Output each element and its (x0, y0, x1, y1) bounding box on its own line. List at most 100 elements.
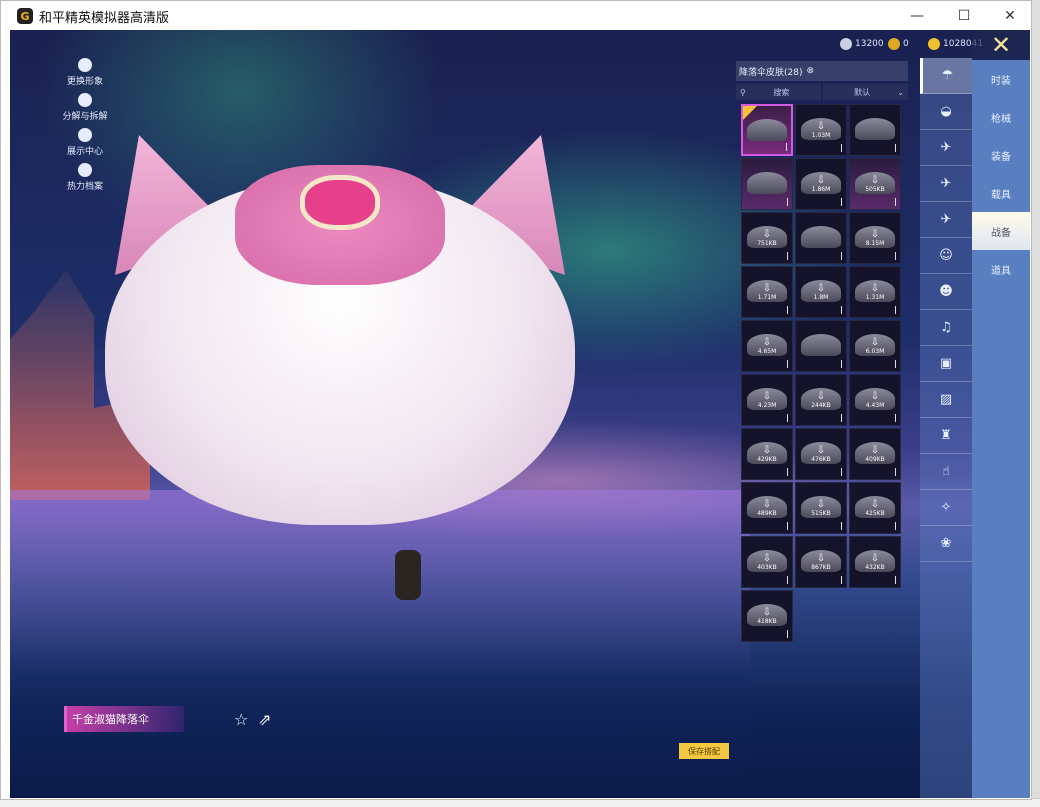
file-size: 489KB (757, 509, 777, 517)
skin-item[interactable]: ⇩ 4.23M (741, 374, 793, 426)
parachute-thumbnail (747, 119, 787, 141)
skin-item[interactable] (795, 320, 847, 372)
skin-item[interactable]: ⇩ 751KB (741, 212, 793, 264)
left-menu-label: 分解与拆解 (62, 112, 108, 122)
skin-item[interactable]: ⇩ 8.15M (849, 212, 901, 264)
skin-item[interactable]: ⇩ 403KB (741, 536, 793, 588)
left-menu-item[interactable]: 更换形象 (55, 58, 115, 87)
photo-icon[interactable]: ▨ (920, 382, 972, 418)
item-count-bar (841, 360, 842, 368)
file-size: 4.43M (865, 401, 885, 409)
tab-3[interactable]: 载具 (972, 174, 1030, 212)
pet-icon[interactable]: ❀ (920, 526, 972, 562)
skin-item[interactable] (849, 104, 901, 156)
tab-1[interactable]: 枪械 (972, 98, 1030, 136)
eye-icon (78, 128, 92, 142)
backpack-icon[interactable]: ◒ (920, 94, 972, 130)
search-placeholder: 搜索 (773, 87, 790, 97)
tab-2[interactable]: 装备 (972, 136, 1030, 174)
skin-item[interactable]: ⇩ 429KB (741, 428, 793, 480)
equipped-badge (743, 106, 757, 120)
item-count-bar (786, 143, 787, 151)
gold-medal-icon (888, 38, 900, 50)
save-outfit-button[interactable]: 保存搭配 (679, 743, 729, 759)
robot-icon[interactable]: ☻ (920, 274, 972, 310)
item-count-bar (841, 198, 842, 206)
skin-item[interactable] (741, 104, 793, 156)
skin-item[interactable]: ⇩ 515KB (795, 482, 847, 534)
download-icon: ⇩ (762, 390, 772, 402)
parachute-thumbnail (747, 172, 787, 194)
flame-icon (78, 163, 92, 177)
heart-gem (300, 175, 380, 230)
skin-item[interactable]: ⇩ 6.03M (849, 320, 901, 372)
item-count-bar (787, 414, 788, 422)
spray-icon[interactable]: ♜ (920, 418, 972, 454)
file-size: 6.03M (865, 347, 885, 355)
skin-item[interactable]: ⇩ 867KB (795, 536, 847, 588)
skin-item[interactable]: ⇩ 432KB (849, 536, 901, 588)
search-input[interactable]: ⚲ 搜索 (736, 84, 821, 100)
skin-item[interactable]: ⇩ 418KB (741, 590, 793, 642)
skin-item[interactable]: ⇩ 476KB (795, 428, 847, 480)
skin-item[interactable]: ⇩ 409KB (849, 428, 901, 480)
share-icon[interactable]: ⇗ (258, 710, 271, 729)
gesture-icon[interactable]: ☝ (920, 454, 972, 490)
file-size: 4.65M (757, 347, 777, 355)
left-menu-item[interactable]: 分解与拆解 (55, 93, 115, 122)
item-count-bar (841, 252, 842, 260)
item-count-bar (895, 576, 896, 584)
skin-item[interactable]: ⇩ 4.43M (849, 374, 901, 426)
card-icon[interactable]: ▣ (920, 346, 972, 382)
skin-item[interactable]: ⇩ 425KB (849, 482, 901, 534)
helmet-icon[interactable]: ✈ (920, 130, 972, 166)
file-size: 409KB (865, 455, 885, 463)
file-size: 476KB (811, 455, 831, 463)
item-count-bar (895, 468, 896, 476)
vehicle-icon[interactable]: ✈ (920, 166, 972, 202)
magic-icon[interactable]: ✧ (920, 490, 972, 526)
item-count-bar (895, 252, 896, 260)
search-icon: ⚲ (740, 87, 746, 97)
left-menu-item[interactable]: 热力档案 (55, 163, 115, 192)
favorite-star-icon[interactable]: ☆ (234, 710, 248, 729)
panel-header: 降落伞皮肤(28) ⊗ (736, 61, 908, 81)
sort-dropdown[interactable]: 默认 ⌄ (823, 84, 908, 100)
tab-4[interactable]: 战备 (972, 212, 1030, 250)
skin-item[interactable] (795, 212, 847, 264)
parachute-icon[interactable]: ☂ (920, 58, 972, 94)
close-window-button[interactable]: ✕ (987, 1, 1033, 31)
parachute-preview[interactable] (105, 135, 575, 525)
file-size: 515KB (811, 509, 831, 517)
refresh-icon[interactable]: ⊗ (806, 66, 814, 76)
left-menu-item[interactable]: 展示中心 (55, 128, 115, 157)
skin-item[interactable] (741, 158, 793, 210)
skin-item[interactable]: ⇩ 1.86M (795, 158, 847, 210)
plane-icon[interactable]: ✈ (920, 202, 972, 238)
download-icon: ⇩ (762, 282, 772, 294)
close-game-button[interactable]: ✕ (972, 30, 1030, 60)
file-size: 403KB (757, 563, 777, 571)
file-size: 1.8M (813, 293, 829, 301)
download-icon: ⇩ (870, 174, 880, 186)
skin-item[interactable]: ⇩ 1.31M (849, 266, 901, 318)
skin-item[interactable]: ⇩ 244KB (795, 374, 847, 426)
tab-0[interactable]: 时装 (972, 60, 1030, 98)
skin-item[interactable]: ⇩ 1.71M (741, 266, 793, 318)
emote-icon[interactable]: ☺ (920, 238, 972, 274)
skin-item[interactable]: ⇩ 505KB (849, 158, 901, 210)
sound-icon[interactable]: ♫ (920, 310, 972, 346)
title-bar: G 和平精英模拟器高清版 — ☐ ✕ (1, 1, 1031, 31)
tab-5[interactable]: 道具 (972, 250, 1030, 288)
item-count-bar (895, 198, 896, 206)
skin-item[interactable]: ⇩ 1.8M (795, 266, 847, 318)
skin-item[interactable]: ⇩ 1.03M (795, 104, 847, 156)
download-icon: ⇩ (870, 552, 880, 564)
maximize-button[interactable]: ☐ (941, 1, 987, 31)
file-size: 425KB (865, 509, 885, 517)
item-count-bar (787, 630, 788, 638)
skin-item[interactable]: ⇩ 4.65M (741, 320, 793, 372)
item-count-bar (841, 522, 842, 530)
minimize-button[interactable]: — (894, 1, 940, 31)
skin-item[interactable]: ⇩ 489KB (741, 482, 793, 534)
